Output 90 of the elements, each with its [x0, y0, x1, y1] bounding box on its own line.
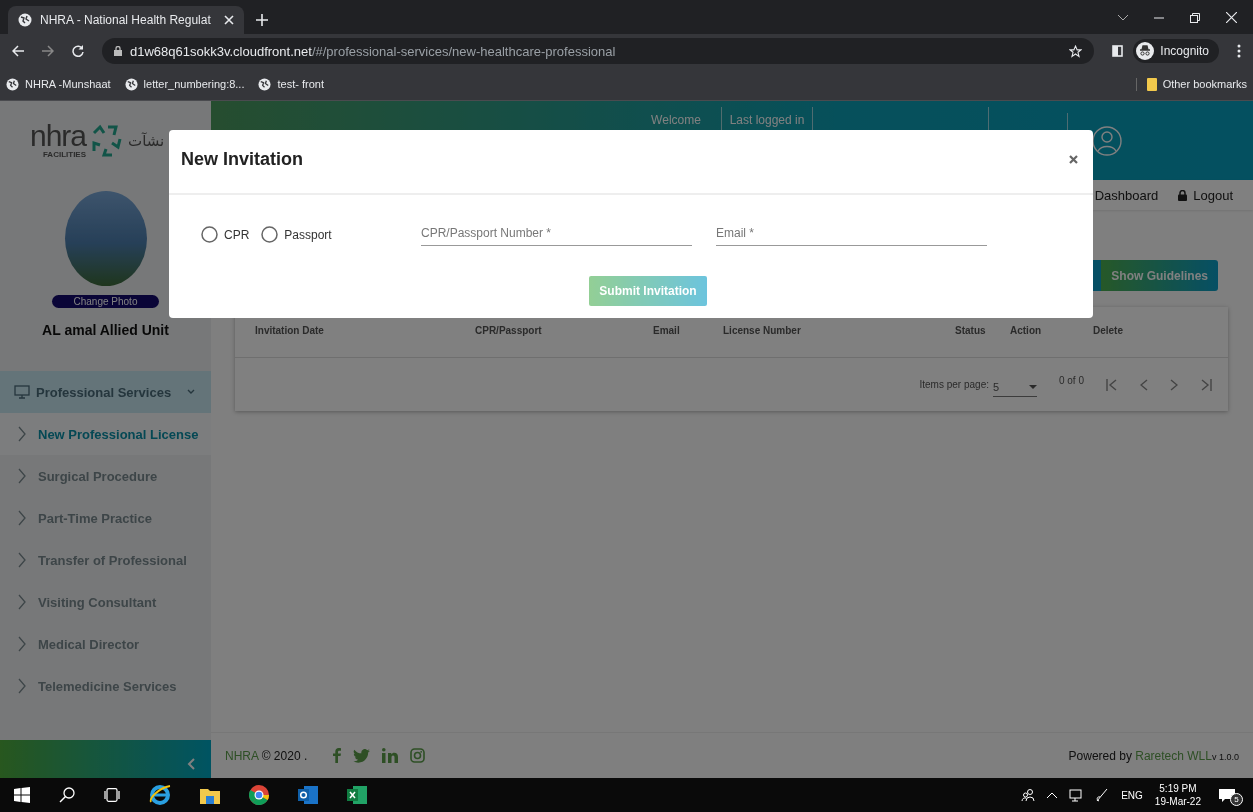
folder-icon[interactable] [200, 786, 220, 804]
chevron-right-icon [18, 510, 26, 526]
dialog-title: New Invitation [181, 149, 303, 170]
column-header: Delete [1093, 325, 1123, 336]
star-icon[interactable] [1069, 44, 1083, 58]
items-per-page-select[interactable]: 5 [992, 378, 1037, 397]
chevron-up-icon[interactable] [1047, 792, 1058, 798]
browser-e-icon[interactable] [149, 784, 171, 806]
browser-tab[interactable]: NHRA - National Health Regulat [8, 6, 244, 34]
mail-app-icon[interactable] [298, 786, 318, 804]
lock-icon [1178, 189, 1188, 201]
chrome-icon[interactable] [249, 785, 269, 805]
minimize-icon[interactable] [1154, 16, 1164, 19]
column-header: Email [653, 325, 680, 336]
radio-option[interactable]: Passport [261, 226, 332, 243]
other-bookmarks-link[interactable]: Other bookmarks [1135, 77, 1247, 91]
last-login-text: Last logged in [729, 113, 805, 127]
search-icon[interactable] [59, 787, 75, 803]
previous-page-icon[interactable] [1140, 378, 1148, 391]
people-icon[interactable] [1021, 788, 1036, 802]
chevron-right-icon [18, 594, 26, 610]
logo-text: nhra [30, 122, 87, 150]
tab-search-icon[interactable] [1118, 14, 1128, 21]
spreadsheet-app-icon[interactable] [347, 786, 367, 804]
folder-icon [1146, 77, 1157, 91]
address-bar[interactable]: d1w68q61sokk3v.cloudfront.net/#/professional-services/new-healthcare-professional [102, 38, 1095, 64]
menu-group[interactable]: Professional Services [0, 371, 211, 413]
chevron-right-icon [18, 468, 26, 484]
page-range: 0 of 0 [1058, 375, 1084, 386]
globe-icon [18, 13, 32, 27]
column-header: Action [1010, 325, 1042, 336]
incognito-icon [1136, 42, 1155, 60]
radio-option[interactable]: CPR [201, 226, 250, 243]
next-page-icon[interactable] [1170, 378, 1178, 391]
clock-time: 5:19 PM [1159, 783, 1197, 794]
column-header: License Number [723, 325, 801, 336]
powered-by-text: Powered by Raretech WLLv 1.0.0 [1068, 748, 1239, 763]
globe-icon [258, 77, 272, 91]
chevron-right-icon [18, 426, 26, 442]
side-panel-icon[interactable] [1112, 45, 1124, 57]
language-indicator[interactable]: ENG [1121, 789, 1143, 801]
lock-icon [114, 46, 122, 56]
column-header: Status [955, 325, 986, 336]
notification-button[interactable]: 5 [1213, 787, 1243, 803]
network-icon[interactable] [1069, 788, 1084, 802]
menu-item[interactable]: New Professional License [0, 413, 211, 455]
tab-title: NHRA - National Health Regulat [40, 13, 212, 27]
unit-name: AL amal Allied Unit [42, 322, 169, 338]
menu-group-label: Professional Services [36, 384, 173, 400]
bookmark-link[interactable]: letter_numbering:8... [124, 77, 245, 91]
url-text: d1w68q61sokk3v.cloudfront.net/#/professional-services/new-healthcare-professional [130, 43, 616, 59]
copyright-text: NHRA © 2020 . [225, 748, 308, 763]
nav-link[interactable]: Dashboard [1094, 187, 1159, 203]
user-icon[interactable] [1092, 125, 1122, 156]
restore-icon[interactable] [1190, 12, 1200, 23]
close-window-icon[interactable] [1226, 12, 1237, 23]
chevron-right-icon [18, 552, 26, 568]
new-tab-icon[interactable] [256, 14, 268, 26]
globe-icon [124, 77, 138, 91]
radio-button[interactable] [261, 226, 279, 243]
globe-icon [6, 77, 19, 91]
bookmark-link[interactable]: NHRA -Munshaat [6, 77, 111, 91]
reload-icon[interactable] [72, 45, 84, 57]
change-photo-button[interactable]: Change Photo [51, 295, 160, 308]
radio-button[interactable] [201, 226, 218, 243]
notification-count: 5 [1230, 793, 1243, 806]
task-view-icon[interactable] [104, 788, 120, 802]
first-page-icon[interactable] [1106, 378, 1118, 391]
logo-arabic-text: نشآت [128, 131, 165, 150]
last-page-icon[interactable] [1200, 378, 1212, 391]
nav-link[interactable]: Logout [1178, 187, 1233, 203]
menu-icon[interactable] [1237, 44, 1241, 58]
pen-icon[interactable] [1095, 788, 1110, 802]
forward-icon[interactable] [42, 45, 54, 57]
items-per-page-label: Items per page: [919, 379, 989, 390]
back-icon[interactable] [12, 45, 24, 57]
welcome-text: Welcome [651, 113, 701, 127]
bookmark-link[interactable]: test- front [258, 77, 324, 91]
clock-date: 19-Mar-22 [1154, 796, 1201, 807]
incognito-button[interactable]: Incognito [1133, 39, 1219, 63]
chevron-icon [187, 388, 195, 396]
caret-icon [1028, 385, 1037, 389]
logo-subtitle: FACILITIES [42, 150, 87, 159]
close-icon[interactable] [1069, 155, 1078, 164]
chevron-right-icon [18, 678, 26, 694]
windows-start-icon[interactable] [14, 787, 30, 803]
monitor-icon [14, 385, 30, 399]
column-header: Invitation Date [255, 325, 324, 336]
column-header: CPR/Passport [475, 325, 542, 336]
chevron-right-icon [18, 636, 26, 652]
